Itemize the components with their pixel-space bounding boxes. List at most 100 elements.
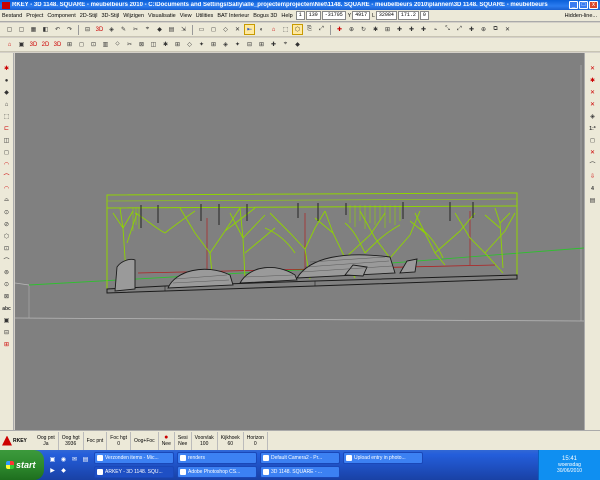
layer-tool-icon[interactable]: ◈ <box>587 111 598 122</box>
menu-utilities[interactable]: Utilities <box>194 13 216 19</box>
menu-visualisatie[interactable]: Visualisatie <box>146 13 178 19</box>
segment-icon[interactable]: ⌓ <box>1 195 12 206</box>
circle-dot-icon[interactable]: ⊙ <box>1 207 12 218</box>
circle-icon[interactable]: ⊙ <box>1 279 12 290</box>
x-square-icon[interactable]: ⊠ <box>136 39 147 50</box>
menu-component[interactable]: Component <box>45 13 77 19</box>
ring-icon[interactable]: ⊚ <box>1 267 12 278</box>
arc-icon[interactable]: ◠ <box>1 159 12 170</box>
square-tool-icon[interactable]: ◻ <box>1 147 12 158</box>
scissors-icon[interactable]: ✂ <box>124 39 135 50</box>
app-icon[interactable]: ◆ <box>59 466 68 475</box>
split-square-icon[interactable]: ◫ <box>148 39 159 50</box>
dot-icon[interactable]: ● <box>1 75 12 86</box>
menu-bestand[interactable]: Bestand <box>0 13 24 19</box>
square-icon[interactable]: ◻ <box>208 24 219 35</box>
cross-red-icon[interactable]: ✕ <box>587 87 598 98</box>
sparkle-icon[interactable]: ✦ <box>196 39 207 50</box>
minus-square-icon[interactable]: ⊟ <box>244 39 255 50</box>
print-icon[interactable]: ◧ <box>40 24 51 35</box>
diagonal-icon[interactable]: ⤡ <box>442 24 453 35</box>
panel-icon[interactable]: ◫ <box>1 135 12 146</box>
task-outlook[interactable]: Verzonden items - Mic... <box>94 452 174 464</box>
task-arkey[interactable]: ARKEY - 3D 1148. SQU... <box>94 466 174 478</box>
back-arrow-icon[interactable]: ⇤ <box>244 24 255 35</box>
hatch-icon[interactable]: ▥ <box>100 39 111 50</box>
new-icon[interactable]: ▢ <box>4 24 15 35</box>
menu-bogus-3d[interactable]: Bogus 3D <box>251 13 279 19</box>
small-diamond-icon[interactable]: ⬦ <box>112 39 123 50</box>
status-foc-pnt[interactable]: Foc pnt <box>84 431 108 450</box>
task-camera[interactable]: Default Camera2 - Pr... <box>260 452 340 464</box>
menu-3d-stijl[interactable]: 3D-Stijl <box>99 13 121 19</box>
close-view-icon[interactable]: ✕ <box>587 63 598 74</box>
target-icon[interactable]: ⌖ <box>142 24 153 35</box>
task-upload[interactable]: Upload entry in photo... <box>343 452 423 464</box>
wave-icon[interactable]: ⌁ <box>430 24 441 35</box>
diamond-icon-2[interactable]: ◇ <box>184 39 195 50</box>
grid-icon[interactable]: ⊞ <box>382 24 393 35</box>
plus-icon-5[interactable]: ✚ <box>466 24 477 35</box>
list-icon[interactable]: ▤ <box>166 24 177 35</box>
coord-field-angle[interactable]: 171.2 <box>397 11 419 20</box>
coord-field-y[interactable]: 4917 <box>352 11 371 20</box>
minus-box-icon[interactable]: ⊟ <box>1 327 12 338</box>
redo-icon[interactable]: ↷ <box>64 24 75 35</box>
cross-red-icon-2[interactable]: ✕ <box>587 99 598 110</box>
scale-ratio-icon[interactable]: 1:* <box>587 123 598 134</box>
task-renders[interactable]: renders <box>177 452 257 464</box>
house-tool-icon[interactable]: ⌂ <box>1 99 12 110</box>
status-voorvlak[interactable]: Voorvlak 100 <box>192 431 218 450</box>
menu-2d-stijl[interactable]: 2D-Stijl <box>78 13 100 19</box>
grid-icon-3[interactable]: ⊞ <box>208 39 219 50</box>
hexagon-tool-icon[interactable]: ⬡ <box>1 231 12 242</box>
scale-icon[interactable]: ⇲ <box>178 24 189 35</box>
circle-slash-icon[interactable]: ⊘ <box>1 219 12 230</box>
cut-icon[interactable]: ✂ <box>130 24 141 35</box>
star-icon[interactable]: ✱ <box>370 24 381 35</box>
snap-icon[interactable]: ✱ <box>1 63 12 74</box>
plus-icon-4[interactable]: ✚ <box>418 24 429 35</box>
open-icon[interactable]: ▢ <box>16 24 27 35</box>
cross-icon-2[interactable]: ✕ <box>502 24 513 35</box>
coord-field-l[interactable]: 32084 <box>375 11 397 20</box>
window-grid-icon[interactable]: ⊞ <box>64 39 75 50</box>
arc-view-icon[interactable]: ⌒ <box>587 159 598 170</box>
frame-tool-icon[interactable]: ⬚ <box>1 111 12 122</box>
half-circle-icon[interactable]: ◐ <box>256 24 267 35</box>
3d-icon[interactable]: 3D <box>28 39 39 50</box>
target-icon-2[interactable]: ⌖ <box>280 39 291 50</box>
maximize-button[interactable]: □ <box>579 1 588 9</box>
box-icon[interactable]: ▣ <box>16 39 27 50</box>
menu-help[interactable]: Help <box>279 13 294 19</box>
3d-viewport[interactable] <box>15 53 584 430</box>
coord-field-x[interactable]: -31705 <box>321 11 346 20</box>
rhombus-icon[interactable]: ◇ <box>220 24 231 35</box>
status-nee[interactable]: ● Nee <box>159 431 175 450</box>
arc-icon-3[interactable]: ◠ <box>1 183 12 194</box>
desktop-icon[interactable]: ▣ <box>48 455 57 464</box>
house-icon[interactable]: ⌂ <box>268 24 279 35</box>
frame-icon[interactable]: ⬚ <box>280 24 291 35</box>
menu-project[interactable]: Project <box>24 13 45 19</box>
coord-field-1[interactable]: 1 <box>295 11 305 20</box>
close-button[interactable]: x <box>589 1 598 9</box>
sparkle-icon-2[interactable]: ✦ <box>232 39 243 50</box>
media-icon[interactable]: ▶ <box>48 466 57 475</box>
browser-icon[interactable]: ◉ <box>59 455 68 464</box>
diamond-icon-3[interactable]: ◆ <box>292 39 303 50</box>
status-horizon[interactable]: Horizon 0 <box>244 431 268 450</box>
expand-icon[interactable]: ⤢ <box>316 24 327 35</box>
status-sesi[interactable]: Sesi Nee <box>175 431 192 450</box>
layer-icon[interactable]: ⊟ <box>82 24 93 35</box>
3d-view-icon[interactable]: 3D <box>94 24 105 35</box>
status-oog-pnt[interactable]: Oog pnt Ja <box>34 431 59 450</box>
menu-wijzigen[interactable]: Wijzigen <box>121 13 146 19</box>
object-icon[interactable]: ◈ <box>106 24 117 35</box>
grid-icon-4[interactable]: ⊞ <box>256 39 267 50</box>
minimize-button[interactable]: _ <box>569 1 578 9</box>
2d-icon[interactable]: 2D <box>40 39 51 50</box>
mail-icon[interactable]: ✉ <box>70 455 79 464</box>
object-icon-2[interactable]: ◈ <box>220 39 231 50</box>
folder-icon[interactable]: ▤ <box>81 455 90 464</box>
